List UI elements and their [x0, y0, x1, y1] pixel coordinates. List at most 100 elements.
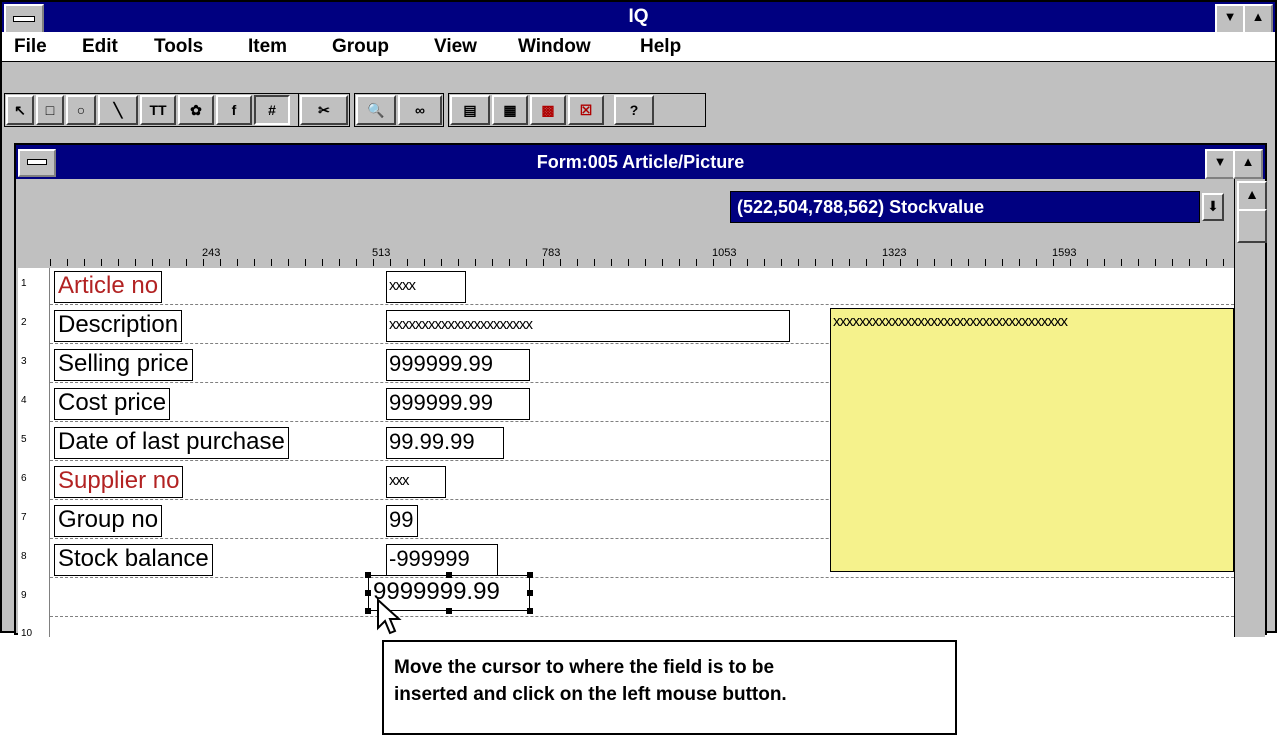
menu-window[interactable]: Window	[518, 36, 591, 58]
formula-icon[interactable]: f	[216, 95, 252, 125]
field-cost-price[interactable]: 999999.99	[386, 388, 530, 420]
app-titlebar[interactable]: IQ ▼ ▲	[2, 2, 1275, 34]
ruler-tick	[1172, 259, 1173, 266]
ruler-tick	[560, 259, 561, 266]
cut-icon[interactable]: ✂	[300, 95, 348, 125]
label-date-of-last-purchase[interactable]: Date of last purchase	[54, 427, 289, 459]
app-title: IQ	[628, 6, 649, 27]
ruler-tick	[577, 259, 578, 266]
ruler-tick	[390, 259, 391, 266]
label-group-no[interactable]: Group no	[54, 505, 163, 537]
form-canvas[interactable]: Article no Description Selling price Cos…	[50, 268, 1234, 637]
ruler-tick	[883, 259, 884, 266]
ruler-tick	[407, 259, 408, 266]
ruler-tick	[101, 259, 102, 266]
line-number: 2	[21, 317, 27, 328]
form-window: Form:005 Article/Picture ▼ ▲ (522,504,78…	[14, 143, 1267, 639]
ruler-tick	[135, 259, 136, 266]
ruler-tick	[866, 259, 867, 266]
ruler-tick	[1155, 259, 1156, 266]
ruler-label: 513	[372, 247, 391, 259]
resize-handle[interactable]	[365, 572, 371, 578]
resize-handle[interactable]	[446, 608, 452, 614]
field-selling-price[interactable]: 999999.99	[386, 349, 530, 381]
ruler-tick	[985, 259, 986, 266]
layout-icon-3[interactable]: ▩	[530, 95, 566, 125]
field-description[interactable]: xxxxxxxxxxxxxxxxxxxxxx	[386, 310, 790, 342]
menu-view[interactable]: View	[434, 36, 477, 58]
zoom-icon[interactable]: 🔍	[356, 95, 396, 125]
field-date-of-last-purchase[interactable]: 99.99.99	[386, 427, 504, 459]
resize-handle[interactable]	[527, 572, 533, 578]
scroll-up-icon[interactable]: ▲	[1237, 181, 1267, 211]
line-number: 8	[21, 551, 27, 562]
ruler-tick	[1104, 259, 1105, 266]
resize-handle[interactable]	[527, 608, 533, 614]
field-stock-balance[interactable]: -999999	[386, 544, 498, 576]
form-minimize-button[interactable]: ▼	[1205, 149, 1235, 179]
picture-icon[interactable]: ✿	[178, 95, 214, 125]
text-icon[interactable]: TT	[140, 95, 176, 125]
pointer-icon[interactable]: ↖	[6, 95, 34, 125]
minimize-button[interactable]: ▼	[1215, 4, 1245, 34]
ruler-tick	[424, 259, 425, 266]
ruler-label: 243	[202, 247, 221, 259]
ruler-tick	[611, 259, 612, 266]
menu-group[interactable]: Group	[332, 36, 389, 58]
help-icon[interactable]: ?	[614, 95, 654, 125]
ruler-label: 783	[542, 247, 561, 259]
ruler-tick	[1053, 259, 1054, 266]
field-supplier-no[interactable]: xxx	[386, 466, 446, 498]
ruler-tick	[543, 259, 544, 266]
label-stock-balance[interactable]: Stock balance	[54, 544, 213, 576]
vertical-scrollbar[interactable]: ▲	[1234, 179, 1267, 637]
ruler-tick	[254, 259, 255, 266]
ruler-tick	[781, 259, 782, 266]
line-number: 1	[21, 278, 27, 289]
form-maximize-button[interactable]: ▲	[1233, 149, 1263, 179]
menu-bar: File Edit Tools Item Group View Window H…	[2, 32, 1275, 62]
delete-icon[interactable]: ☒	[568, 95, 604, 125]
scroll-thumb[interactable]	[1237, 209, 1267, 243]
resize-handle[interactable]	[365, 590, 371, 596]
ruler-tick	[186, 259, 187, 266]
resize-handle[interactable]	[527, 590, 533, 596]
menu-file[interactable]: File	[14, 36, 47, 58]
ruler-tick	[747, 259, 748, 266]
menu-edit[interactable]: Edit	[82, 36, 118, 58]
line-number: 9	[21, 590, 27, 601]
label-selling-price[interactable]: Selling price	[54, 349, 193, 381]
menu-tools[interactable]: Tools	[154, 36, 203, 58]
form-titlebar[interactable]: Form:005 Article/Picture ▼ ▲	[16, 145, 1265, 179]
field-icon[interactable]: #	[254, 95, 290, 125]
glasses-icon[interactable]: ∞	[398, 95, 442, 125]
menu-help[interactable]: Help	[640, 36, 681, 58]
field-selector[interactable]: (522,504,788,562) Stockvalue	[730, 191, 1200, 223]
field-selector-value: (522,504,788,562) Stockvalue	[737, 197, 985, 217]
menu-item[interactable]: Item	[248, 36, 287, 58]
maximize-button[interactable]: ▲	[1243, 4, 1273, 34]
field-selector-dropdown-icon[interactable]: ⬇	[1202, 193, 1224, 221]
instruction-caption: Move the cursor to where the field is to…	[382, 640, 957, 735]
layout-icon-2[interactable]: ▦	[492, 95, 528, 125]
line-icon[interactable]: ╲	[98, 95, 138, 125]
ruler-tick	[900, 259, 901, 266]
field-article-no[interactable]: xxxx	[386, 271, 466, 303]
ruler-tick	[968, 259, 969, 266]
picture-field[interactable]: xxxxxxxxxxxxxxxxxxxxxxxxxxxxxxxxxxxx	[830, 308, 1234, 572]
label-description[interactable]: Description	[54, 310, 183, 342]
layout-icon-1[interactable]: ▤	[450, 95, 490, 125]
ruler-tick	[1036, 259, 1037, 266]
line-number: 7	[21, 512, 27, 523]
field-group-no[interactable]: 99	[386, 505, 418, 537]
horizontal-ruler: 243 513 783 1053 1323 1593	[50, 247, 1230, 267]
rectangle-icon[interactable]: □	[36, 95, 64, 125]
label-supplier-no[interactable]: Supplier no	[54, 466, 184, 498]
resize-handle[interactable]	[446, 572, 452, 578]
label-cost-price[interactable]: Cost price	[54, 388, 171, 420]
ruler-tick	[1070, 259, 1071, 266]
ruler-tick	[764, 259, 765, 266]
ellipse-icon[interactable]: ○	[66, 95, 96, 125]
resize-handle[interactable]	[365, 608, 371, 614]
label-article-no[interactable]: Article no	[54, 271, 163, 303]
